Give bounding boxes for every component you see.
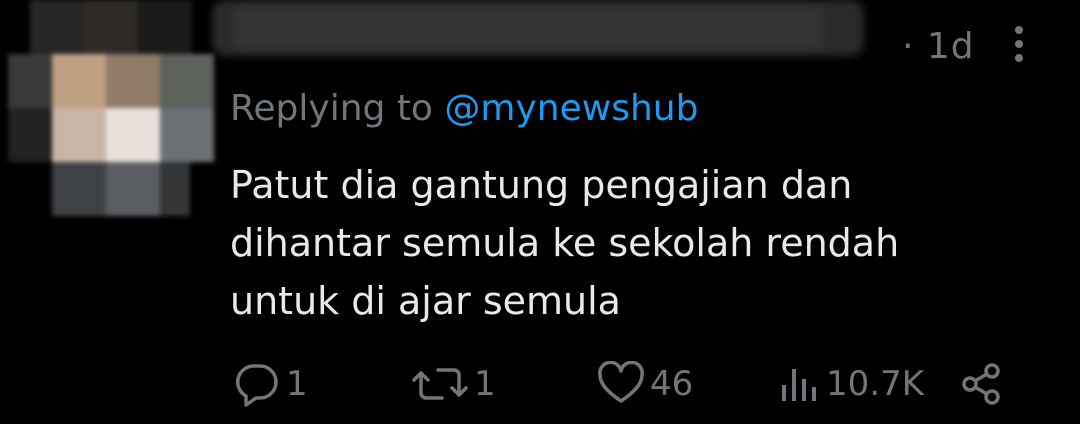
avatar-pixel — [160, 108, 214, 162]
avatar-pixel — [8, 54, 52, 108]
reply-icon — [232, 361, 282, 407]
author-name-redacted[interactable] — [212, 0, 864, 56]
avatar-pixel — [52, 108, 106, 162]
retweet-icon — [410, 361, 470, 407]
avatar-pixel — [84, 0, 138, 54]
replying-to-label: Replying to — [230, 88, 433, 129]
replying-to-handle-link[interactable]: @mynewshub — [444, 88, 698, 129]
more-options-icon[interactable] — [1007, 24, 1031, 64]
avatar-pixel — [160, 162, 190, 216]
retweet-button[interactable]: 1 — [410, 356, 496, 412]
heart-icon — [596, 361, 646, 407]
retweet-count: 1 — [474, 364, 496, 404]
share-icon — [958, 361, 1004, 407]
avatar-pixel — [106, 54, 160, 108]
avatar-pixel — [106, 162, 160, 216]
avatar-pixel — [30, 0, 84, 54]
views-icon — [778, 361, 822, 407]
views-button[interactable]: 10.7K — [778, 356, 924, 412]
avatar[interactable] — [8, 0, 220, 216]
tweet-actions: 1 1 46 10.7K — [230, 356, 1030, 412]
avatar-pixel — [52, 54, 106, 108]
share-button[interactable] — [958, 356, 1004, 412]
avatar-pixel — [138, 0, 192, 54]
tweet-card[interactable]: · 1d Replying to @mynewshub Patut dia ga… — [0, 0, 1080, 424]
reply-count: 1 — [286, 364, 308, 404]
replying-to: Replying to @mynewshub — [230, 88, 698, 129]
avatar-pixel — [106, 108, 160, 162]
like-count: 46 — [650, 364, 694, 404]
tweet-timestamp[interactable]: · 1d — [902, 26, 975, 67]
tweet-text: Patut dia gantung pengajian dan dihantar… — [230, 163, 900, 323]
views-count: 10.7K — [826, 364, 924, 404]
like-button[interactable]: 46 — [596, 356, 693, 412]
avatar-pixel — [160, 54, 214, 108]
avatar-pixel — [8, 108, 52, 162]
avatar-pixel — [52, 162, 106, 216]
reply-button[interactable]: 1 — [232, 356, 308, 412]
